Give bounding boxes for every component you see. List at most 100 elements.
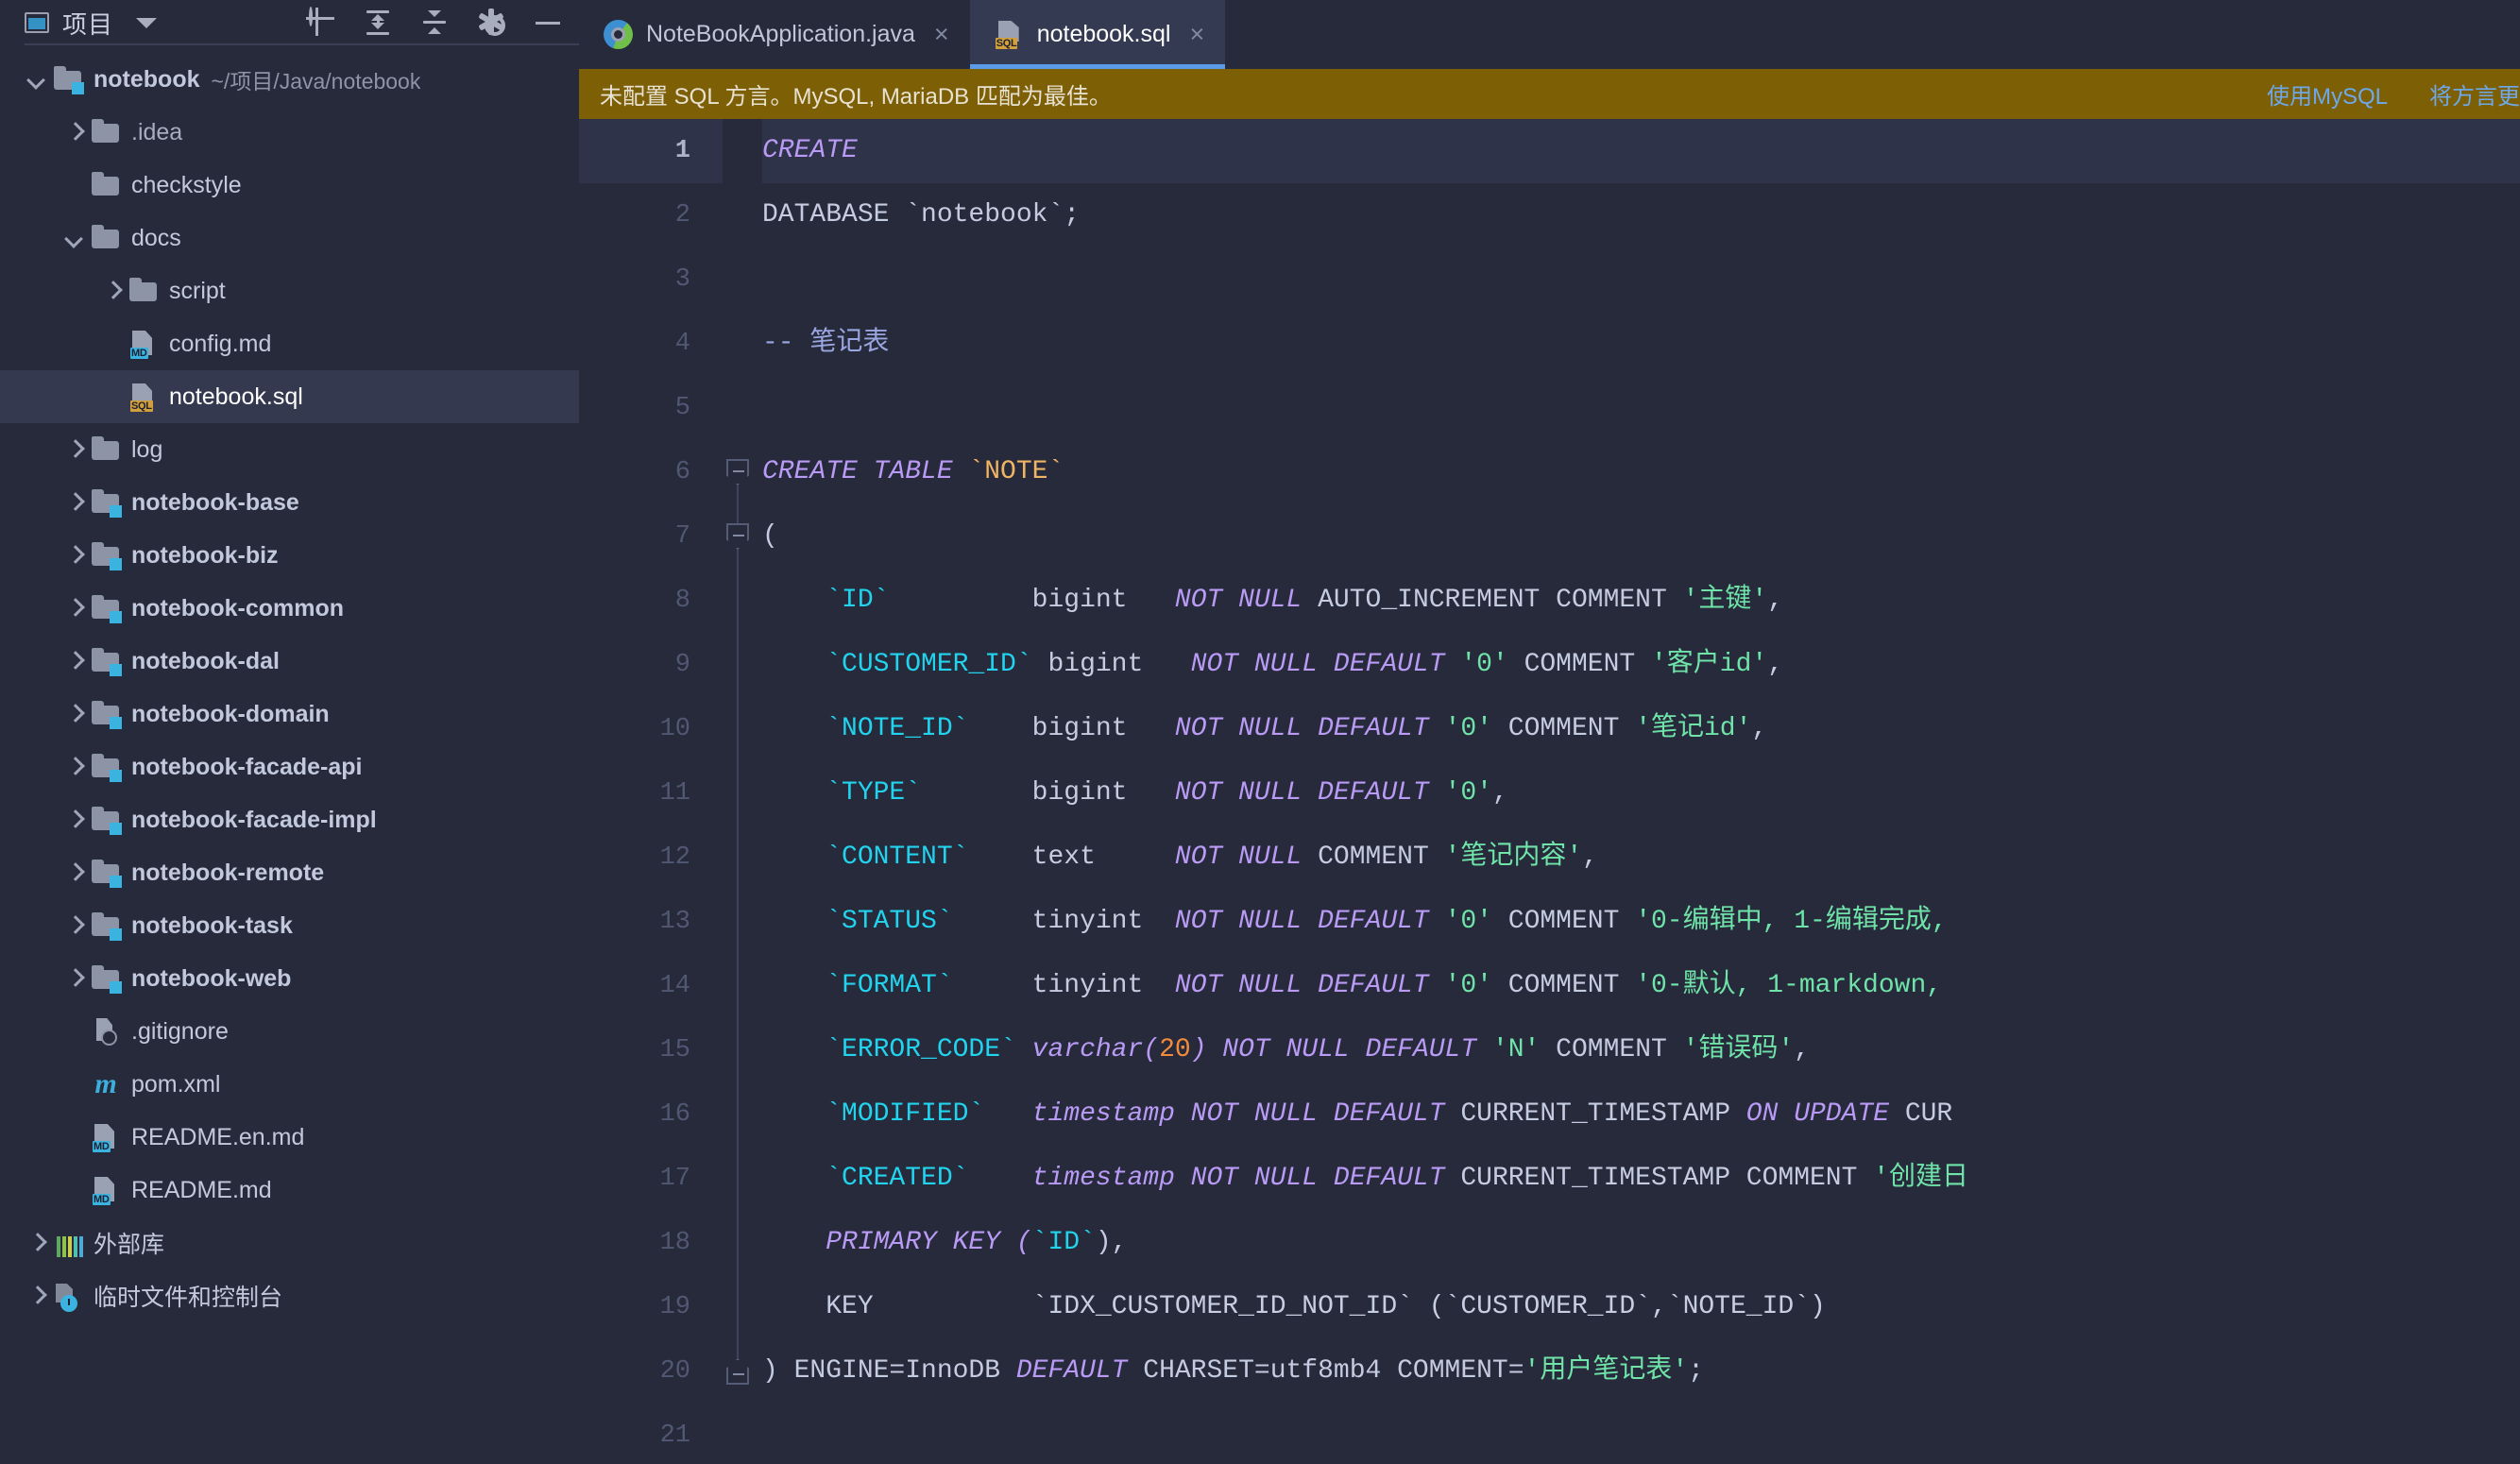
tree-item-script[interactable]: script	[0, 264, 579, 317]
expand-all-icon[interactable]	[364, 9, 392, 37]
code-line[interactable]: CREATE TABLE `NOTE`	[762, 440, 2520, 504]
chevron-right-icon[interactable]	[62, 649, 87, 673]
tree-item-notebook[interactable]: notebook ~/项目/Java/notebook	[0, 53, 579, 106]
chevron-right-icon[interactable]	[25, 1284, 49, 1308]
chevron-right-icon[interactable]	[62, 490, 87, 515]
chevron-right-icon[interactable]	[25, 1231, 49, 1255]
tree-item-notebook-biz[interactable]: notebook-biz	[0, 529, 579, 582]
editor-tab-NoteBookApplication.java[interactable]: NoteBookApplication.java ×	[579, 0, 970, 69]
chevron-right-icon[interactable]	[62, 913, 87, 938]
line-number[interactable]: 18	[579, 1211, 723, 1275]
change-dialect-link[interactable]: 将方言更	[2429, 77, 2520, 111]
tree-item-notebook-remote[interactable]: notebook-remote	[0, 846, 579, 899]
chevron-right-icon[interactable]	[62, 120, 87, 145]
tree-item-notebook-domain[interactable]: notebook-domain	[0, 688, 579, 741]
code-line[interactable]: `MODIFIED` timestamp NOT NULL DEFAULT CU…	[762, 1082, 2520, 1147]
code-line[interactable]: `STATUS` tinyint NOT NULL DEFAULT '0' CO…	[762, 890, 2520, 954]
code-line[interactable]: `TYPE` bigint NOT NULL DEFAULT '0',	[762, 761, 2520, 826]
line-number[interactable]: 12	[579, 826, 723, 890]
code-line[interactable]: DATABASE `notebook`;	[762, 183, 2520, 247]
line-number[interactable]: 5	[579, 376, 723, 440]
line-number[interactable]: 14	[579, 954, 723, 1018]
chevron-down-icon[interactable]	[62, 226, 87, 250]
line-number[interactable]: 1	[579, 119, 723, 183]
code-folding-gutter[interactable]	[723, 119, 753, 1464]
line-number[interactable]: 19	[579, 1275, 723, 1339]
sql-code-editor[interactable]: 1 2 3 4 5 6 7 8 9 10 11 12 13 14 15 16 17 18 19 20 21 CREATE…	[579, 119, 2520, 1464]
chevron-right-icon[interactable]	[62, 966, 87, 991]
line-number[interactable]: 9	[579, 633, 723, 697]
tree-item-notebook-facade-api[interactable]: notebook-facade-api	[0, 741, 579, 793]
chevron-right-icon[interactable]	[62, 755, 87, 779]
line-number[interactable]: 11	[579, 761, 723, 826]
code-line[interactable]	[762, 376, 2520, 440]
fold-collapse-handle[interactable]	[726, 523, 749, 550]
tree-item-notebook.sql[interactable]: SQL notebook.sql	[0, 370, 579, 423]
line-number[interactable]: 21	[579, 1404, 723, 1464]
close-icon[interactable]: ×	[1189, 22, 1204, 47]
code-line[interactable]: `CREATED` timestamp NOT NULL DEFAULT CUR…	[762, 1147, 2520, 1211]
tree-item-docs[interactable]: docs	[0, 212, 579, 264]
tree-item-notebook-base[interactable]: notebook-base	[0, 476, 579, 529]
code-line[interactable]: `NOTE_ID` bigint NOT NULL DEFAULT '0' CO…	[762, 697, 2520, 761]
tree-item-notebook-web[interactable]: notebook-web	[0, 952, 579, 1005]
code-line[interactable]: `CUSTOMER_ID` bigint NOT NULL DEFAULT '0…	[762, 633, 2520, 697]
chevron-right-icon[interactable]	[62, 437, 87, 462]
code-line[interactable]: -- 笔记表	[762, 312, 2520, 376]
hide-panel-icon[interactable]	[534, 9, 562, 37]
settings-gear-icon[interactable]	[477, 9, 505, 37]
line-number[interactable]: 17	[579, 1147, 723, 1211]
code-line[interactable]: CREATE	[762, 119, 2520, 183]
chevron-right-icon[interactable]	[62, 860, 87, 885]
close-icon[interactable]: ×	[934, 22, 949, 47]
use-mysql-link[interactable]: 使用MySQL	[2267, 77, 2388, 111]
line-number[interactable]: 16	[579, 1082, 723, 1147]
fold-end-handle[interactable]	[726, 1358, 749, 1385]
line-number[interactable]: 10	[579, 697, 723, 761]
tree-item-log[interactable]: log	[0, 423, 579, 476]
chevron-down-icon[interactable]	[136, 17, 158, 28]
line-number[interactable]: 3	[579, 247, 723, 312]
code-content[interactable]: CREATE DATABASE `notebook`; -- 笔记表 CREATE…	[753, 119, 2520, 1464]
code-line[interactable]	[762, 1404, 2520, 1464]
chevron-right-icon[interactable]	[100, 279, 125, 303]
collapse-all-icon[interactable]	[420, 9, 449, 37]
line-number[interactable]: 7	[579, 504, 723, 569]
tree-item-checkstyle[interactable]: checkstyle	[0, 159, 579, 212]
chevron-right-icon[interactable]	[62, 596, 87, 621]
tree-item-notebook-common[interactable]: notebook-common	[0, 582, 579, 635]
code-line[interactable]: (	[762, 504, 2520, 569]
tree-item-[interactable]: 临时文件和控制台	[0, 1269, 579, 1322]
tree-item-notebook-task[interactable]: notebook-task	[0, 899, 579, 952]
chevron-right-icon[interactable]	[62, 543, 87, 568]
tree-item-.idea[interactable]: .idea	[0, 106, 579, 159]
line-number[interactable]: 2	[579, 183, 723, 247]
editor-tab-notebook.sql[interactable]: SQL notebook.sql ×	[969, 0, 1226, 69]
code-line[interactable]: `ID` bigint NOT NULL AUTO_INCREMENT COMM…	[762, 569, 2520, 633]
tree-item-.gitignore[interactable]: .gitignore	[0, 1005, 579, 1058]
chevron-down-icon[interactable]	[25, 67, 49, 92]
tree-item-[interactable]: 外部库	[0, 1217, 579, 1269]
line-number[interactable]: 13	[579, 890, 723, 954]
tree-item-README.md[interactable]: MD README.md	[0, 1164, 579, 1217]
code-line[interactable]: ) ENGINE=InnoDB DEFAULT CHARSET=utf8mb4 …	[762, 1339, 2520, 1404]
code-line[interactable]: PRIMARY KEY (`ID`),	[762, 1211, 2520, 1275]
code-line[interactable]: `CONTENT` text NOT NULL COMMENT '笔记内容',	[762, 826, 2520, 890]
line-number[interactable]: 20	[579, 1339, 723, 1404]
code-line[interactable]	[762, 247, 2520, 312]
tree-item-notebook-facade-impl[interactable]: notebook-facade-impl	[0, 793, 579, 846]
tree-item-notebook-dal[interactable]: notebook-dal	[0, 635, 579, 688]
line-number[interactable]: 6	[579, 440, 723, 504]
line-number[interactable]: 15	[579, 1018, 723, 1082]
chevron-right-icon[interactable]	[62, 808, 87, 832]
code-line[interactable]: `ERROR_CODE` varchar(20) NOT NULL DEFAUL…	[762, 1018, 2520, 1082]
fold-collapse-handle[interactable]	[726, 459, 749, 485]
tree-item-README.en.md[interactable]: MD README.en.md	[0, 1111, 579, 1164]
code-line[interactable]: `FORMAT` tinyint NOT NULL DEFAULT '0' CO…	[762, 954, 2520, 1018]
tree-item-pom.xml[interactable]: m pom.xml	[0, 1058, 579, 1111]
chevron-right-icon[interactable]	[62, 702, 87, 726]
code-line[interactable]: KEY `IDX_CUSTOMER_ID_NOT_ID` (`CUSTOMER_…	[762, 1275, 2520, 1339]
line-number[interactable]: 4	[579, 312, 723, 376]
locate-icon[interactable]	[307, 7, 335, 37]
tree-item-config.md[interactable]: MD config.md	[0, 317, 579, 370]
